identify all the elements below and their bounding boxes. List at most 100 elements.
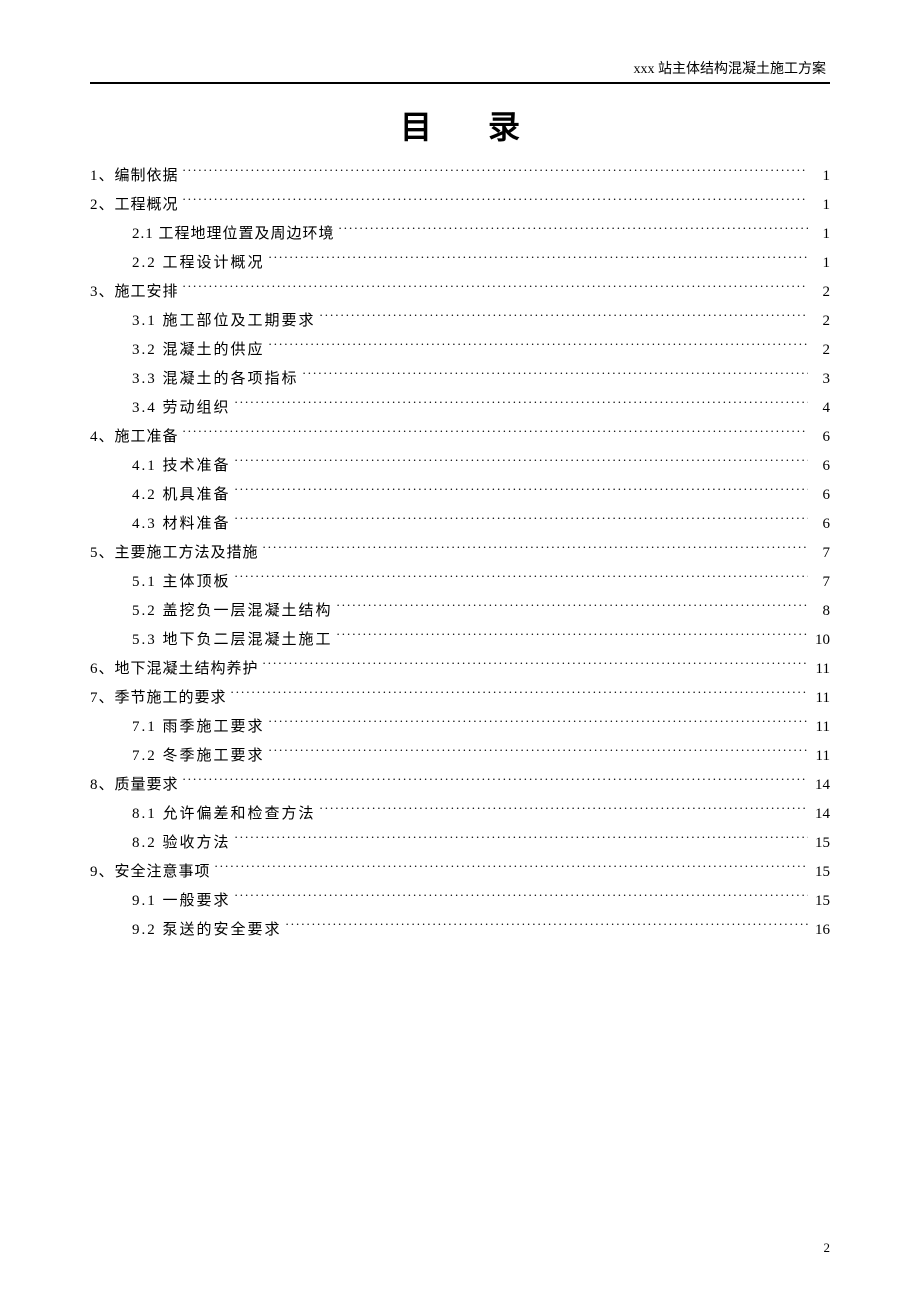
- toc-label: 5.2 盖挖负一层混凝土结构: [132, 599, 333, 623]
- toc-entry: 4.2 机具准备6: [90, 483, 830, 507]
- toc-label: 8、质量要求: [90, 773, 179, 797]
- toc-label: 2、工程概况: [90, 193, 179, 217]
- toc-page-number: 15: [812, 860, 830, 884]
- toc-label: 3.1 施工部位及工期要求: [132, 309, 316, 333]
- toc-label: 6、地下混凝土结构养护: [90, 657, 259, 681]
- toc-page-number: 2: [812, 309, 830, 333]
- toc-entry: 4、施工准备6: [90, 425, 830, 449]
- toc-label: 7.2 冬季施工要求: [132, 744, 265, 768]
- toc-entry: 3.4 劳动组织 4: [90, 396, 830, 420]
- toc-entry: 5.1 主体顶板 7: [90, 570, 830, 594]
- toc-leader-dots: [183, 774, 808, 789]
- toc-leader-dots: [235, 484, 808, 499]
- toc-entry: 6、地下混凝土结构养护 11: [90, 657, 830, 681]
- toc-page-number: 2: [812, 280, 830, 304]
- toc-page-number: 7: [812, 541, 830, 565]
- toc-entry: 2、工程概况 1: [90, 193, 830, 217]
- toc-label: 4.1 技术准备: [132, 454, 231, 478]
- toc-label: 9.2 泵送的安全要求: [132, 918, 282, 942]
- toc-leader-dots: [320, 310, 808, 325]
- header-text: xxx 站主体结构混凝土施工方案: [90, 58, 830, 78]
- toc-entry: 3、施工安排2: [90, 280, 830, 304]
- toc-label: 7.1 雨季施工要求: [132, 715, 265, 739]
- toc-entry: 3.3 混凝土的各项指标 3: [90, 367, 830, 391]
- toc-leader-dots: [235, 832, 808, 847]
- toc-page-number: 6: [812, 512, 830, 536]
- toc-page-number: 1: [812, 222, 830, 246]
- toc-label: 8.1 允许偏差和检查方法: [132, 802, 316, 826]
- toc-leader-dots: [269, 339, 808, 354]
- toc-leader-dots: [235, 455, 808, 470]
- toc-page-number: 2: [812, 338, 830, 362]
- toc-page-number: 11: [812, 686, 830, 710]
- toc-label: 8.2 验收方法: [132, 831, 231, 855]
- toc-leader-dots: [215, 861, 808, 876]
- toc-leader-dots: [235, 571, 808, 586]
- toc-page-number: 11: [812, 657, 830, 681]
- toc-label: 5.1 主体顶板: [132, 570, 231, 594]
- toc-page-number: 1: [812, 164, 830, 188]
- toc-leader-dots: [183, 426, 808, 441]
- toc-page-number: 1: [812, 193, 830, 217]
- toc-entry: 3.2 混凝土的供应2: [90, 338, 830, 362]
- toc-page-number: 8: [812, 599, 830, 623]
- toc-label: 7、季节施工的要求: [90, 686, 227, 710]
- toc-entry: 3.1 施工部位及工期要求 2: [90, 309, 830, 333]
- toc-entry: 5.3 地下负二层混凝土施工 10: [90, 628, 830, 652]
- toc-entry: 8.1 允许偏差和检查方法 14: [90, 802, 830, 826]
- toc-label: 9.1 一般要求: [132, 889, 231, 913]
- toc-entry: 9.2 泵送的安全要求 16: [90, 918, 830, 942]
- toc-leader-dots: [269, 716, 808, 731]
- toc-page-number: 3: [812, 367, 830, 391]
- toc-entry: 9、安全注意事项 15: [90, 860, 830, 884]
- toc-leader-dots: [263, 658, 808, 673]
- toc-leader-dots: [235, 397, 808, 412]
- header-divider: [90, 82, 830, 84]
- toc-entry: 1、编制依据 1: [90, 164, 830, 188]
- toc-entry: 7.2 冬季施工要求 11: [90, 744, 830, 768]
- toc-entry: 4.3 材料准备 6: [90, 512, 830, 536]
- toc-label: 4.3 材料准备: [132, 512, 231, 536]
- toc-entry: 5.2 盖挖负一层混凝土结构 8: [90, 599, 830, 623]
- toc-page-number: 16: [812, 918, 830, 942]
- toc-leader-dots: [269, 252, 808, 267]
- page-title: 目 录: [90, 102, 830, 148]
- toc-entry: 5、主要施工方法及措施 7: [90, 541, 830, 565]
- toc-entry: 7、季节施工的要求 11: [90, 686, 830, 710]
- toc-leader-dots: [337, 629, 808, 644]
- toc-page-number: 6: [812, 483, 830, 507]
- toc-entry: 4.1 技术准备6: [90, 454, 830, 478]
- toc-entry: 8.2 验收方法 15: [90, 831, 830, 855]
- toc-page-number: 7: [812, 570, 830, 594]
- toc-leader-dots: [269, 745, 808, 760]
- toc-page-number: 1: [812, 251, 830, 275]
- toc-label: 2.1 工程地理位置及周边环境: [132, 222, 335, 246]
- toc-entry: 2.2 工程设计概况 1: [90, 251, 830, 275]
- toc-page-number: 10: [812, 628, 830, 652]
- toc-entry: 7.1 雨季施工要求11: [90, 715, 830, 739]
- toc-leader-dots: [183, 165, 808, 180]
- toc-label: 2.2 工程设计概况: [132, 251, 265, 275]
- toc-leader-dots: [231, 687, 808, 702]
- toc-leader-dots: [320, 803, 808, 818]
- toc-page-number: 15: [812, 831, 830, 855]
- toc-label: 3.4 劳动组织: [132, 396, 231, 420]
- toc-label: 3.3 混凝土的各项指标: [132, 367, 299, 391]
- toc-label: 9、安全注意事项: [90, 860, 211, 884]
- toc-entry: 9.1 一般要求15: [90, 889, 830, 913]
- toc-page-number: 6: [812, 425, 830, 449]
- toc-page-number: 14: [812, 802, 830, 826]
- toc-label: 5.3 地下负二层混凝土施工: [132, 628, 333, 652]
- toc-label: 1、编制依据: [90, 164, 179, 188]
- toc-leader-dots: [339, 223, 808, 238]
- toc-entry: 8、质量要求 14: [90, 773, 830, 797]
- toc-label: 5、主要施工方法及措施: [90, 541, 259, 565]
- toc-leader-dots: [303, 368, 808, 383]
- toc-page-number: 4: [812, 396, 830, 420]
- toc-leader-dots: [263, 542, 808, 557]
- toc-leader-dots: [235, 890, 808, 905]
- table-of-contents: 1、编制依据12、工程概况12.1 工程地理位置及周边环境12.2 工程设计概况…: [90, 164, 830, 942]
- toc-page-number: 14: [812, 773, 830, 797]
- toc-leader-dots: [286, 919, 808, 934]
- toc-page-number: 11: [812, 744, 830, 768]
